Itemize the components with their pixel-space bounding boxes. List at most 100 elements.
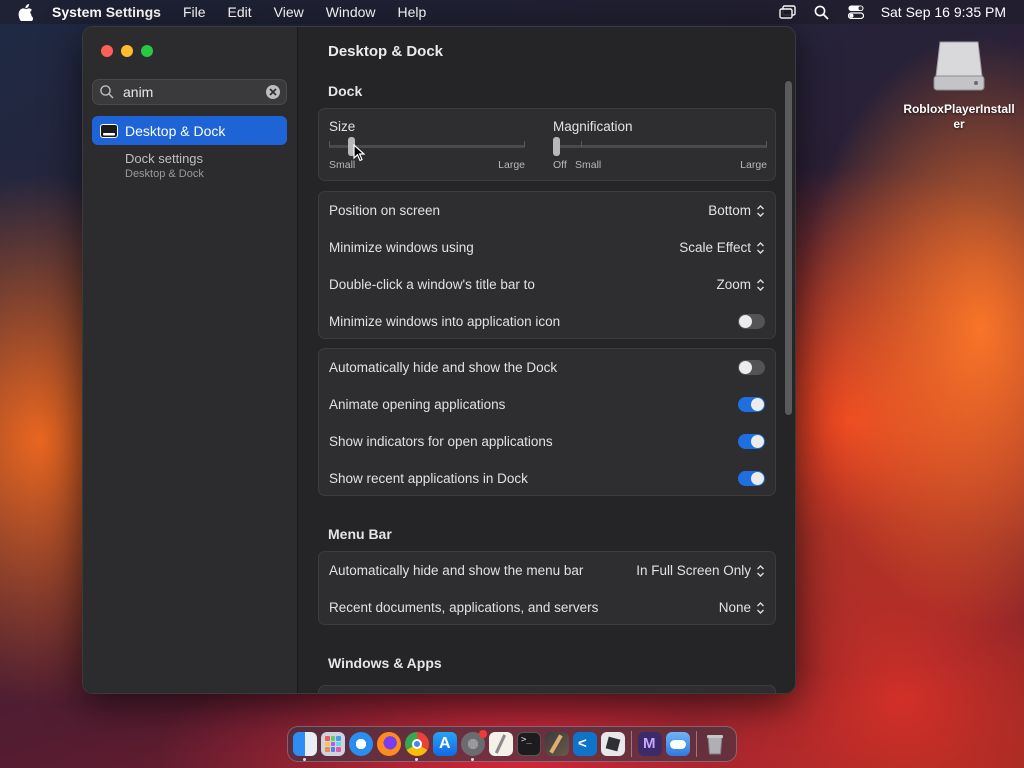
minimize-into-app-icon-toggle[interactable] [738, 314, 765, 329]
desktop-icon-label: RobloxPlayerInstaller [903, 102, 1015, 131]
dock-sliders-group: Size Small Large Magnification Off Small… [318, 108, 776, 181]
sidebar-search-result-dock-settings[interactable]: Dock settings Desktop & Dock [125, 151, 204, 180]
disk-image-icon [930, 36, 988, 94]
menubar-clock[interactable]: Sat Sep 16 9:35 PM [881, 4, 1006, 20]
menu-window[interactable]: Window [326, 4, 376, 20]
auto-hide-menu-bar-popup[interactable]: In Full Screen Only [636, 563, 765, 578]
zoom-button[interactable] [141, 45, 153, 57]
magnification-off-label: Off [553, 159, 567, 171]
row-label: Double-click a window's title bar to [329, 277, 535, 292]
recent-documents-popup[interactable]: None [719, 600, 765, 615]
section-menu-bar: Menu Bar [328, 526, 392, 542]
magnification-slider[interactable]: Off Small Large [553, 109, 767, 182]
animate-opening-apps-row: Animate opening applications [319, 386, 775, 423]
desktop-installer-item[interactable]: RobloxPlayerInstaller [900, 36, 1018, 132]
terminal-icon[interactable]: >_ [517, 732, 541, 756]
search-input[interactable] [121, 83, 266, 101]
menu-file[interactable]: File [183, 4, 206, 20]
animate-opening-apps-toggle[interactable] [738, 397, 765, 412]
search-field[interactable] [92, 79, 287, 105]
section-dock: Dock [328, 83, 363, 99]
magnification-slider-thumb[interactable] [553, 137, 560, 156]
double-click-title-bar-row: Double-click a window's title bar to Zoo… [319, 266, 775, 303]
chevron-up-down-icon [756, 564, 765, 578]
magnification-tick [581, 141, 582, 147]
recent-documents-row: Recent documents, applications, and serv… [319, 589, 775, 626]
firefox-icon[interactable] [377, 732, 401, 756]
textedit-icon[interactable] [489, 732, 513, 756]
main-content: Desktop & Dock Dock Size Small Large Mag… [298, 27, 795, 693]
position-on-screen-popup[interactable]: Bottom [708, 203, 765, 218]
magnification-max-label: Large [740, 159, 767, 171]
size-slider[interactable]: Small Large [329, 109, 525, 182]
menu-bar: System Settings File Edit View Window He… [0, 0, 1024, 24]
sidebar-item-desktop-dock[interactable]: Desktop & Dock [92, 116, 287, 145]
chevron-up-down-icon [756, 278, 765, 292]
system-settings-icon[interactable] [461, 730, 487, 761]
size-tick [524, 141, 525, 147]
sidebar-item-label: Desktop & Dock [125, 122, 226, 139]
content-scrollbar[interactable] [785, 81, 792, 415]
auto-hide-dock-row: Automatically hide and show the Dock [319, 349, 775, 386]
minimize-into-app-icon-row: Minimize windows into application icon [319, 303, 775, 340]
auto-hide-dock-toggle[interactable] [738, 360, 765, 375]
sidebar: Desktop & Dock Dock settings Desktop & D… [83, 27, 298, 693]
row-label: Show recent applications in Dock [329, 471, 528, 486]
show-recent-apps-row: Show recent applications in Dock [319, 460, 775, 497]
window-controls [101, 45, 153, 57]
close-button[interactable] [101, 45, 113, 57]
finder-icon[interactable] [293, 732, 317, 761]
position-on-screen-row: Position on screen Bottom [319, 192, 775, 229]
page-title: Desktop & Dock [328, 43, 444, 60]
show-indicators-row: Show indicators for open applications [319, 423, 775, 460]
app-store-icon[interactable]: A [433, 732, 457, 756]
show-recent-apps-toggle[interactable] [738, 471, 765, 486]
show-indicators-toggle[interactable] [738, 434, 765, 449]
trash-icon[interactable] [703, 732, 727, 756]
desktop-dock-icon [100, 123, 118, 138]
instruments-icon[interactable] [545, 732, 569, 756]
dock-separator [696, 731, 697, 757]
icloud-icon[interactable] [666, 732, 690, 756]
spotlight-search-icon[interactable] [813, 3, 831, 21]
clear-search-icon[interactable] [266, 85, 280, 99]
safari-icon[interactable] [349, 732, 373, 756]
row-label: Automatically hide and show the Dock [329, 360, 558, 375]
chrome-icon[interactable] [405, 732, 429, 761]
dock-separator [631, 731, 632, 757]
popup-value: In Full Screen Only [636, 563, 751, 578]
menu-help[interactable]: Help [398, 4, 427, 20]
chevron-up-down-icon [756, 601, 765, 615]
menu-edit[interactable]: Edit [228, 4, 252, 20]
magnification-min-label: Small [575, 159, 602, 171]
size-min-label: Small [329, 159, 356, 171]
result-title: Dock settings [125, 151, 204, 166]
apple-menu-icon[interactable] [18, 3, 38, 21]
row-label: Position on screen [329, 203, 441, 218]
size-max-label: Large [498, 159, 525, 171]
launchpad-icon[interactable] [321, 732, 345, 756]
vscode-icon[interactable]: < [573, 732, 597, 756]
roblox-icon[interactable] [601, 732, 625, 756]
dock: A >_ < M [287, 726, 737, 762]
minimize-button[interactable] [121, 45, 133, 57]
magnification-tick [766, 141, 767, 147]
chevron-up-down-icon [756, 241, 765, 255]
dock-options-group: Position on screen Bottom Minimize windo… [318, 191, 776, 339]
visual-studio-icon[interactable]: M [638, 732, 662, 756]
minimize-effect-popup[interactable]: Scale Effect [679, 240, 765, 255]
auto-hide-menu-bar-row: Automatically hide and show the menu bar… [319, 552, 775, 589]
row-label: Minimize windows into application icon [329, 314, 561, 329]
popup-value: Zoom [716, 277, 751, 292]
menu-app-name[interactable]: System Settings [52, 4, 161, 20]
double-click-action-popup[interactable]: Zoom [716, 277, 765, 292]
system-settings-window: Desktop & Dock Dock settings Desktop & D… [82, 26, 796, 694]
control-center-icon[interactable] [847, 3, 865, 21]
magnification-slider-track [553, 145, 767, 148]
chevron-up-down-icon [756, 204, 765, 218]
search-icon [99, 84, 115, 100]
size-tick [329, 141, 330, 147]
menu-view[interactable]: View [274, 4, 304, 20]
popup-value: Bottom [708, 203, 751, 218]
screen-mirroring-icon[interactable] [779, 3, 797, 21]
